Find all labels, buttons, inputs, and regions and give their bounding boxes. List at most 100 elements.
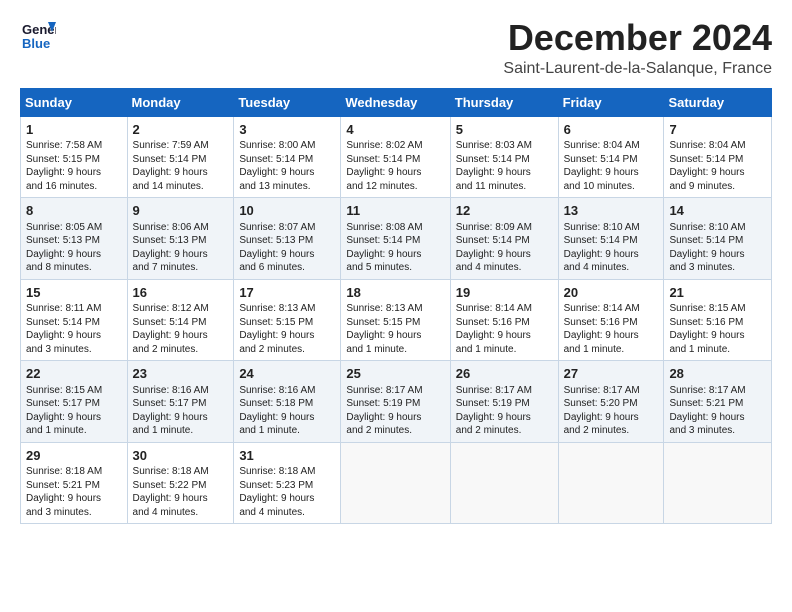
- day-info-line: and 16 minutes.: [26, 180, 122, 194]
- day-info-line: Daylight: 9 hours: [239, 411, 335, 425]
- calendar-cell: 24Sunrise: 8:16 AMSunset: 5:18 PMDayligh…: [234, 361, 341, 443]
- day-info-line: Sunrise: 8:18 AM: [133, 465, 229, 479]
- calendar-cell: 15Sunrise: 8:11 AMSunset: 5:14 PMDayligh…: [21, 279, 128, 361]
- calendar-cell: 17Sunrise: 8:13 AMSunset: 5:15 PMDayligh…: [234, 279, 341, 361]
- day-info-line: Sunrise: 8:03 AM: [456, 139, 553, 153]
- calendar-cell: 29Sunrise: 8:18 AMSunset: 5:21 PMDayligh…: [21, 442, 128, 524]
- day-info-line: Sunrise: 8:10 AM: [669, 221, 766, 235]
- day-info-line: Sunrise: 8:14 AM: [564, 302, 659, 316]
- day-info-line: Sunrise: 8:04 AM: [564, 139, 659, 153]
- day-info-line: and 2 minutes.: [456, 424, 553, 438]
- day-info-line: Daylight: 9 hours: [564, 166, 659, 180]
- day-number: 7: [669, 121, 766, 139]
- calendar-cell: 10Sunrise: 8:07 AMSunset: 5:13 PMDayligh…: [234, 198, 341, 280]
- day-info-line: Sunset: 5:19 PM: [456, 397, 553, 411]
- calendar-cell: 9Sunrise: 8:06 AMSunset: 5:13 PMDaylight…: [127, 198, 234, 280]
- day-info-line: Daylight: 9 hours: [26, 411, 122, 425]
- day-info-line: Sunrise: 8:17 AM: [564, 384, 659, 398]
- calendar-table: SundayMondayTuesdayWednesdayThursdayFrid…: [20, 88, 772, 525]
- day-info-line: Daylight: 9 hours: [346, 166, 444, 180]
- day-info-line: Sunrise: 8:17 AM: [669, 384, 766, 398]
- day-number: 13: [564, 202, 659, 220]
- day-info-line: Sunset: 5:14 PM: [239, 153, 335, 167]
- calendar-cell: [450, 442, 558, 524]
- day-info-line: Daylight: 9 hours: [669, 329, 766, 343]
- calendar-cell: 11Sunrise: 8:08 AMSunset: 5:14 PMDayligh…: [341, 198, 450, 280]
- day-info-line: Sunrise: 8:15 AM: [669, 302, 766, 316]
- calendar-cell: 8Sunrise: 8:05 AMSunset: 5:13 PMDaylight…: [21, 198, 128, 280]
- day-info-line: Sunrise: 8:17 AM: [346, 384, 444, 398]
- day-info-line: Daylight: 9 hours: [346, 248, 444, 262]
- day-info-line: Sunrise: 8:16 AM: [133, 384, 229, 398]
- day-info-line: and 1 minute.: [669, 343, 766, 357]
- day-info-line: Sunrise: 8:07 AM: [239, 221, 335, 235]
- day-number: 3: [239, 121, 335, 139]
- day-info-line: Daylight: 9 hours: [133, 248, 229, 262]
- calendar-cell: 19Sunrise: 8:14 AMSunset: 5:16 PMDayligh…: [450, 279, 558, 361]
- day-info-line: Daylight: 9 hours: [346, 411, 444, 425]
- day-info-line: and 6 minutes.: [239, 261, 335, 275]
- day-number: 17: [239, 284, 335, 302]
- day-info-line: and 14 minutes.: [133, 180, 229, 194]
- day-info-line: Sunset: 5:15 PM: [239, 316, 335, 330]
- day-number: 18: [346, 284, 444, 302]
- day-number: 11: [346, 202, 444, 220]
- day-info-line: Daylight: 9 hours: [669, 411, 766, 425]
- day-info-line: Sunset: 5:14 PM: [564, 153, 659, 167]
- calendar-cell: 26Sunrise: 8:17 AMSunset: 5:19 PMDayligh…: [450, 361, 558, 443]
- day-info-line: Sunrise: 8:13 AM: [346, 302, 444, 316]
- day-number: 30: [133, 447, 229, 465]
- day-info-line: and 4 minutes.: [456, 261, 553, 275]
- day-number: 22: [26, 365, 122, 383]
- day-info-line: Sunset: 5:14 PM: [346, 234, 444, 248]
- day-number: 15: [26, 284, 122, 302]
- calendar-cell: 14Sunrise: 8:10 AMSunset: 5:14 PMDayligh…: [664, 198, 772, 280]
- calendar-cell: 7Sunrise: 8:04 AMSunset: 5:14 PMDaylight…: [664, 116, 772, 198]
- day-info-line: Sunrise: 8:09 AM: [456, 221, 553, 235]
- day-info-line: Sunset: 5:15 PM: [346, 316, 444, 330]
- day-info-line: Daylight: 9 hours: [564, 329, 659, 343]
- day-info-line: Daylight: 9 hours: [133, 411, 229, 425]
- day-info-line: and 4 minutes.: [564, 261, 659, 275]
- day-number: 25: [346, 365, 444, 383]
- day-number: 27: [564, 365, 659, 383]
- day-number: 16: [133, 284, 229, 302]
- day-info-line: Daylight: 9 hours: [239, 248, 335, 262]
- day-info-line: Sunset: 5:14 PM: [669, 153, 766, 167]
- weekday-header-thursday: Thursday: [450, 88, 558, 116]
- calendar-cell: 5Sunrise: 8:03 AMSunset: 5:14 PMDaylight…: [450, 116, 558, 198]
- day-info-line: and 5 minutes.: [346, 261, 444, 275]
- day-info-line: and 13 minutes.: [239, 180, 335, 194]
- title-block: December 2024 Saint-Laurent-de-la-Salanq…: [503, 18, 772, 78]
- day-number: 14: [669, 202, 766, 220]
- day-info-line: Sunset: 5:17 PM: [133, 397, 229, 411]
- weekday-header-tuesday: Tuesday: [234, 88, 341, 116]
- day-info-line: Sunrise: 8:15 AM: [26, 384, 122, 398]
- day-info-line: Sunset: 5:21 PM: [26, 479, 122, 493]
- calendar-cell: 22Sunrise: 8:15 AMSunset: 5:17 PMDayligh…: [21, 361, 128, 443]
- day-info-line: and 9 minutes.: [669, 180, 766, 194]
- day-info-line: Sunrise: 8:02 AM: [346, 139, 444, 153]
- calendar-cell: 25Sunrise: 8:17 AMSunset: 5:19 PMDayligh…: [341, 361, 450, 443]
- day-info-line: and 7 minutes.: [133, 261, 229, 275]
- weekday-header-friday: Friday: [558, 88, 664, 116]
- calendar-cell: 3Sunrise: 8:00 AMSunset: 5:14 PMDaylight…: [234, 116, 341, 198]
- day-info-line: Sunset: 5:16 PM: [564, 316, 659, 330]
- day-info-line: and 2 minutes.: [133, 343, 229, 357]
- day-info-line: Daylight: 9 hours: [239, 166, 335, 180]
- day-info-line: Sunrise: 8:14 AM: [456, 302, 553, 316]
- day-info-line: Sunset: 5:18 PM: [239, 397, 335, 411]
- day-info-line: Sunrise: 8:05 AM: [26, 221, 122, 235]
- day-number: 5: [456, 121, 553, 139]
- day-info-line: and 1 minute.: [26, 424, 122, 438]
- day-info-line: Daylight: 9 hours: [133, 329, 229, 343]
- weekday-header-monday: Monday: [127, 88, 234, 116]
- day-info-line: Sunrise: 8:12 AM: [133, 302, 229, 316]
- weekday-header-saturday: Saturday: [664, 88, 772, 116]
- day-info-line: and 2 minutes.: [564, 424, 659, 438]
- day-number: 26: [456, 365, 553, 383]
- day-info-line: Sunset: 5:14 PM: [26, 316, 122, 330]
- day-info-line: Sunset: 5:14 PM: [133, 316, 229, 330]
- calendar-cell: 6Sunrise: 8:04 AMSunset: 5:14 PMDaylight…: [558, 116, 664, 198]
- day-info-line: Sunset: 5:14 PM: [346, 153, 444, 167]
